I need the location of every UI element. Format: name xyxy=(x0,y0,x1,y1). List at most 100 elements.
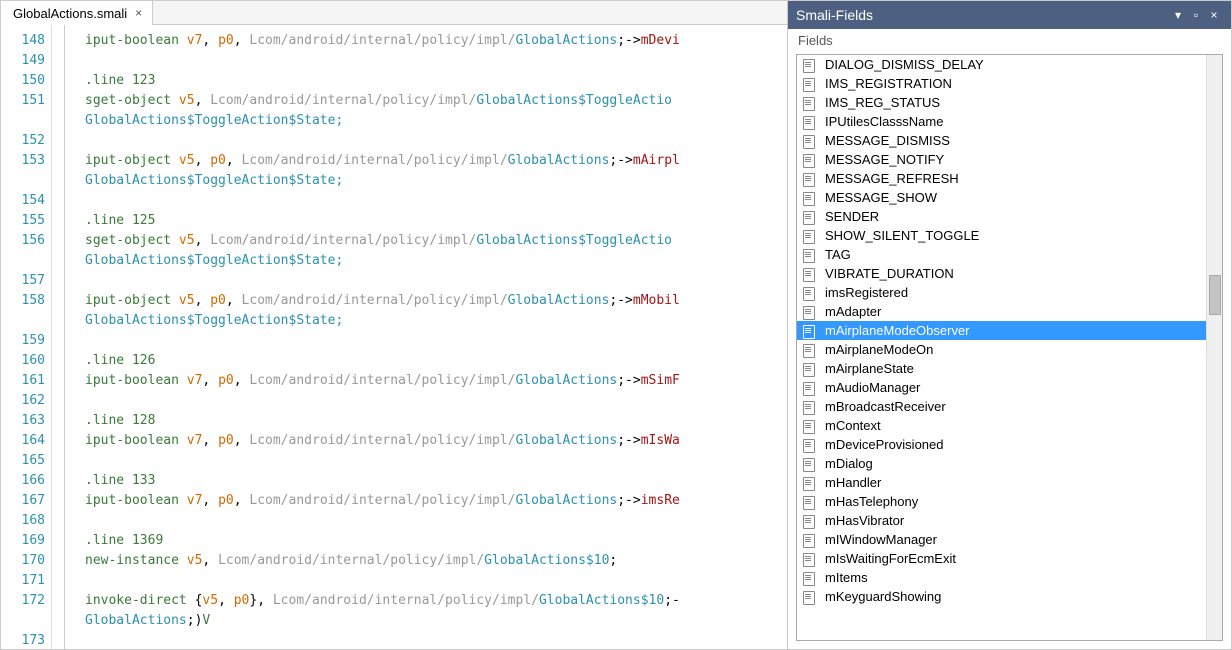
code-line[interactable]: .line 133 xyxy=(85,471,787,491)
field-label: mKeyguardShowing xyxy=(825,589,941,604)
chevron-down-icon[interactable]: ▾ xyxy=(1169,8,1187,22)
code-line[interactable] xyxy=(85,271,787,291)
scrollbar-thumb[interactable] xyxy=(1209,275,1221,315)
field-icon xyxy=(803,211,817,223)
field-label: MESSAGE_DISMISS xyxy=(825,133,950,148)
field-item[interactable]: mHasVibrator xyxy=(797,511,1206,530)
field-icon xyxy=(803,439,817,451)
code-line[interactable] xyxy=(85,191,787,211)
field-icon xyxy=(803,135,817,147)
field-item[interactable]: mBroadcastReceiver xyxy=(797,397,1206,416)
code-line[interactable] xyxy=(85,331,787,351)
field-list[interactable]: DIALOG_DISMISS_DELAYIMS_REGISTRATION IMS_… xyxy=(797,55,1206,640)
field-item[interactable]: mAudioManager xyxy=(797,378,1206,397)
code-line[interactable]: .line 126 xyxy=(85,351,787,371)
pin-icon[interactable]: ▫ xyxy=(1187,8,1205,22)
field-item[interactable]: VIBRATE_DURATION xyxy=(797,264,1206,283)
field-item[interactable]: TAG xyxy=(797,245,1206,264)
code-line[interactable] xyxy=(85,511,787,531)
field-icon xyxy=(803,382,817,394)
field-item[interactable]: imsRegistered xyxy=(797,283,1206,302)
field-item[interactable]: IPUtilesClasssName xyxy=(797,112,1206,131)
field-icon xyxy=(803,230,817,242)
code-line[interactable] xyxy=(85,631,787,649)
field-item[interactable]: mAirplaneModeObserver xyxy=(797,321,1206,340)
field-item[interactable]: mDialog xyxy=(797,454,1206,473)
field-label: mDialog xyxy=(825,456,873,471)
field-label: mAirplaneState xyxy=(825,361,914,376)
code-area[interactable]: iput-boolean v7, p0, Lcom/android/intern… xyxy=(65,25,787,649)
code-line[interactable]: .line 123 xyxy=(85,71,787,91)
field-icon xyxy=(803,287,817,299)
field-item[interactable]: SENDER xyxy=(797,207,1206,226)
code-line-cont[interactable]: GlobalActions$ToggleAction$State; xyxy=(85,111,787,131)
field-label: IMS_REG_STATUS xyxy=(825,95,940,110)
field-icon xyxy=(803,116,817,128)
field-item[interactable]: mHasTelephony xyxy=(797,492,1206,511)
field-item[interactable]: MESSAGE_NOTIFY xyxy=(797,150,1206,169)
panel-header[interactable]: Smali-Fields ▾ ▫ × xyxy=(788,1,1231,29)
close-icon[interactable]: × xyxy=(135,6,142,20)
field-label: mContext xyxy=(825,418,881,433)
field-icon xyxy=(803,78,817,90)
field-item[interactable]: mKeyguardShowing xyxy=(797,587,1206,606)
field-item[interactable]: MESSAGE_REFRESH xyxy=(797,169,1206,188)
field-item[interactable]: SHOW_SILENT_TOGGLE xyxy=(797,226,1206,245)
code-line[interactable] xyxy=(85,131,787,151)
field-item[interactable]: MESSAGE_DISMISS xyxy=(797,131,1206,150)
field-item[interactable]: DIALOG_DISMISS_DELAY xyxy=(797,55,1206,74)
code-line-cont[interactable]: GlobalActions$ToggleAction$State; xyxy=(85,251,787,271)
tab-globalactions[interactable]: GlobalActions.smali × xyxy=(1,1,153,25)
field-icon xyxy=(803,173,817,185)
panel-close-icon[interactable]: × xyxy=(1205,8,1223,22)
line-number-gutter: 1481491501511521531541551561571581591601… xyxy=(1,25,51,649)
code-line[interactable] xyxy=(85,451,787,471)
code-line[interactable]: .line 1369 xyxy=(85,531,787,551)
field-item[interactable]: mItems xyxy=(797,568,1206,587)
code-line[interactable] xyxy=(85,51,787,71)
code-line[interactable]: invoke-direct {v5, p0}, Lcom/android/int… xyxy=(85,591,787,611)
code-line-cont[interactable]: GlobalActions;)V xyxy=(85,611,787,631)
code-line[interactable]: iput-object v5, p0, Lcom/android/interna… xyxy=(85,291,787,311)
field-label: mAirplaneModeObserver xyxy=(825,323,970,338)
field-item[interactable]: mIsWaitingForEcmExit xyxy=(797,549,1206,568)
code-line[interactable]: iput-boolean v7, p0, Lcom/android/intern… xyxy=(85,31,787,51)
code-line[interactable]: .line 125 xyxy=(85,211,787,231)
field-list-wrap: DIALOG_DISMISS_DELAYIMS_REGISTRATION IMS_… xyxy=(796,54,1223,641)
panel-title: Smali-Fields xyxy=(796,7,1169,23)
code-line[interactable]: sget-object v5, Lcom/android/internal/po… xyxy=(85,91,787,111)
field-icon xyxy=(803,458,817,470)
code-line[interactable]: .line 128 xyxy=(85,411,787,431)
field-item[interactable]: mIWindowManager xyxy=(797,530,1206,549)
panel-subtitle: Fields xyxy=(788,29,1231,52)
field-item[interactable]: mAirplaneModeOn xyxy=(797,340,1206,359)
field-item[interactable]: mHandler xyxy=(797,473,1206,492)
code-line[interactable]: sget-object v5, Lcom/android/internal/po… xyxy=(85,231,787,251)
field-item[interactable]: mContext xyxy=(797,416,1206,435)
field-label: TAG xyxy=(825,247,851,262)
field-item[interactable]: IMS_REG_STATUS xyxy=(797,93,1206,112)
field-label: mDeviceProvisioned xyxy=(825,437,944,452)
code-line-cont[interactable]: GlobalActions$ToggleAction$State; xyxy=(85,171,787,191)
field-icon xyxy=(803,344,817,356)
field-item[interactable]: mAdapter xyxy=(797,302,1206,321)
code-line[interactable]: new-instance v5, Lcom/android/internal/p… xyxy=(85,551,787,571)
field-item[interactable]: MESSAGE_SHOW xyxy=(797,188,1206,207)
code-line[interactable]: iput-object v5, p0, Lcom/android/interna… xyxy=(85,151,787,171)
code-line-cont[interactable]: GlobalActions$ToggleAction$State; xyxy=(85,311,787,331)
field-item[interactable]: IMS_REGISTRATION xyxy=(797,74,1206,93)
editor-pane: GlobalActions.smali × 148149150151152153… xyxy=(1,1,787,649)
smali-fields-panel: Smali-Fields ▾ ▫ × Fields DIALOG_DISMISS… xyxy=(787,1,1231,649)
field-icon xyxy=(803,363,817,375)
field-item[interactable]: mAirplaneState xyxy=(797,359,1206,378)
code-line[interactable] xyxy=(85,571,787,591)
field-label: mHasVibrator xyxy=(825,513,904,528)
tab-label: GlobalActions.smali xyxy=(13,6,127,21)
scrollbar[interactable] xyxy=(1206,55,1222,640)
field-item[interactable]: mDeviceProvisioned xyxy=(797,435,1206,454)
code-line[interactable]: iput-boolean v7, p0, Lcom/android/intern… xyxy=(85,491,787,511)
code-line[interactable]: iput-boolean v7, p0, Lcom/android/intern… xyxy=(85,431,787,451)
code-line[interactable] xyxy=(85,391,787,411)
code-line[interactable]: iput-boolean v7, p0, Lcom/android/intern… xyxy=(85,371,787,391)
field-icon xyxy=(803,97,817,109)
